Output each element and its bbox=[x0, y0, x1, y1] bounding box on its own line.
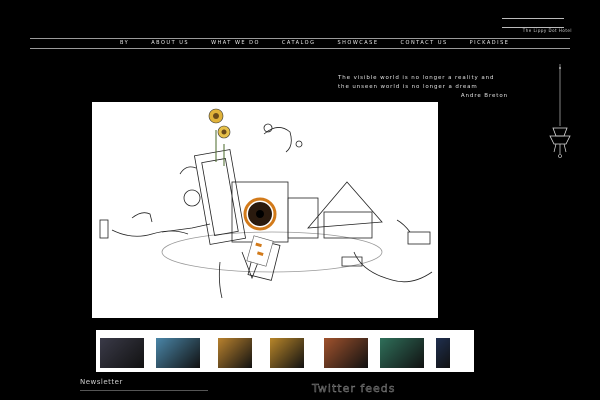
quote-line-1: The visible world is no longer a reality… bbox=[338, 75, 495, 81]
thumb-green-interior[interactable] bbox=[380, 338, 424, 368]
nav-item-contact[interactable]: CONTACT US bbox=[401, 39, 448, 48]
logo-tagline: The Lippy Dot Hotel bbox=[522, 28, 572, 33]
quote-author: Andre Breton bbox=[460, 93, 508, 99]
sketch-illustration bbox=[99, 108, 433, 299]
logo-mark bbox=[502, 18, 564, 28]
thumb-cube[interactable] bbox=[100, 338, 144, 368]
nav-item-by[interactable]: BY bbox=[120, 39, 129, 48]
hanging-lamp-icon bbox=[549, 64, 571, 158]
nav-item-showcase[interactable]: SHOWCASE bbox=[337, 39, 378, 48]
thumb-partial[interactable] bbox=[436, 338, 450, 368]
quote-line-2: the unseen world is no longer a dream bbox=[338, 84, 478, 90]
thumb-colorful-room[interactable] bbox=[156, 338, 200, 368]
hero-illustration bbox=[92, 102, 438, 318]
nav-item-catalog[interactable]: CATALOG bbox=[282, 39, 316, 48]
newsletter-label: Newsletter bbox=[80, 378, 123, 386]
thumb-gate[interactable] bbox=[218, 338, 252, 368]
main-nav: BY ABOUT US WHAT WE DO CATALOG SHOWCASE … bbox=[120, 39, 508, 48]
nav-item-what-we-do[interactable]: WHAT WE DO bbox=[211, 39, 260, 48]
quote: The visible world is no longer a reality… bbox=[338, 74, 508, 101]
nav-rule-bottom bbox=[30, 48, 570, 49]
twitter-feeds-heading: Twitter feeds bbox=[312, 382, 396, 395]
thumb-arches[interactable] bbox=[324, 338, 368, 368]
newsletter-underline bbox=[80, 390, 208, 391]
nav-item-pickadise[interactable]: PICKADISE bbox=[470, 39, 510, 48]
nav-item-about[interactable]: ABOUT US bbox=[151, 39, 189, 48]
logo[interactable]: The Lippy Dot Hotel bbox=[498, 14, 572, 38]
gallery-strip bbox=[96, 330, 474, 372]
thumb-statue[interactable] bbox=[270, 338, 304, 368]
